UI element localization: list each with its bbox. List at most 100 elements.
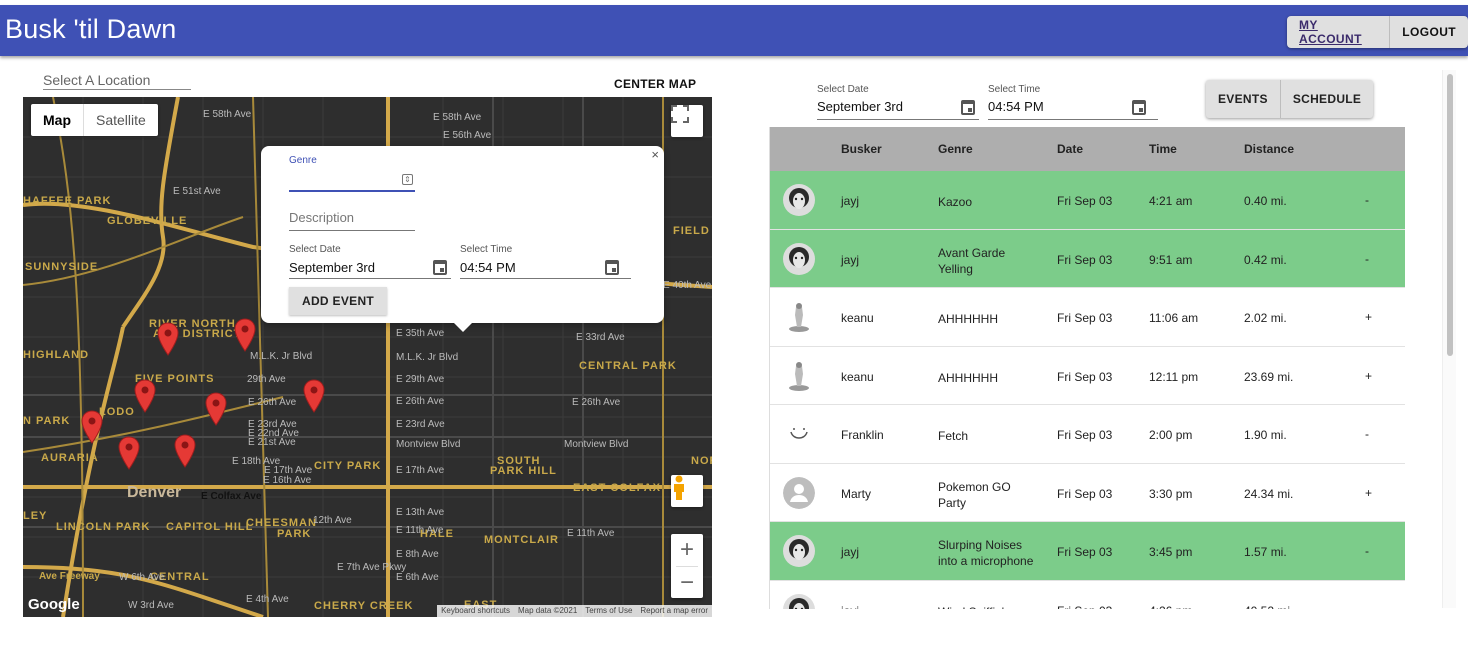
filter-date-input[interactable]: September 3rd [817, 99, 903, 114]
genre-cell: Slurping Noises into a microphone [938, 537, 1033, 569]
street-view-pegman-button[interactable] [671, 475, 703, 507]
calendar-icon[interactable] [961, 100, 975, 115]
genre-select[interactable] [289, 190, 415, 192]
map-label: LEY [23, 510, 48, 522]
add-to-schedule-button[interactable]: + [1365, 310, 1372, 324]
calendar-icon[interactable] [1132, 100, 1146, 115]
genre-cell: Avant Garde Yelling [938, 245, 1005, 277]
busker-name[interactable]: jayj [841, 545, 859, 559]
map-label: CENTRAL PARK [579, 360, 677, 372]
table-row[interactable]: jayj Wind Sniffin' Fri Sep 03 4:26 pm 40.52 … [770, 581, 1405, 610]
calendar-icon[interactable] [433, 260, 447, 275]
distance-cell: 24.34 mi. [1244, 486, 1294, 501]
map-label: CAPITOL HILL [166, 521, 254, 533]
remove-from-schedule-button[interactable]: - [1365, 252, 1369, 266]
calendar-icon[interactable] [605, 260, 619, 275]
genre-line: Avant Garde [938, 245, 1006, 260]
center-map-button[interactable]: CENTER MAP [614, 77, 696, 91]
location-select-input[interactable]: Select A Location [43, 72, 191, 90]
select-arrow-icon: ⇕ [402, 174, 413, 185]
busker-name[interactable]: Marty [841, 487, 871, 501]
table-header: Busker Genre Date Time Distance [770, 127, 1405, 171]
busker-name[interactable]: jayj [841, 194, 859, 208]
filter-time-input[interactable]: 04:54 PM [988, 99, 1044, 114]
map-marker-pin[interactable] [234, 318, 256, 352]
table-row[interactable]: jayj Slurping Noises into a microphone Fri … [770, 522, 1405, 581]
map-label: HIGHLAND [23, 349, 90, 361]
table-row[interactable]: jayj Avant Garde Yelling Fri Sep 03 9:51 am 0… [770, 229, 1405, 288]
logout-button[interactable]: LOGOUT [1390, 16, 1468, 48]
map-marker-pin[interactable] [205, 392, 227, 426]
time-cell: 3:30 pm [1149, 486, 1193, 501]
time-cell: 3:45 pm [1149, 545, 1193, 559]
map-marker-pin[interactable] [134, 379, 156, 413]
map-label: LINCOLN PARK [56, 521, 151, 533]
column-header-busker[interactable]: Busker [841, 142, 882, 156]
table-row[interactable]: jayj Kazoo Fri Sep 03 4:21 am 0.40 mi. - [770, 171, 1405, 230]
busker-name[interactable]: Franklin [841, 428, 884, 442]
date-cell: Fri Sep 03 [1057, 545, 1113, 559]
map-type-map-button[interactable]: Map [31, 104, 84, 136]
column-header-date[interactable]: Date [1057, 142, 1083, 156]
genre-cell: Kazoo [938, 194, 972, 210]
time-cell: 12:11 pm [1149, 369, 1199, 384]
table-row[interactable]: keanu AHHHHHH Fri Sep 03 11:06 am 2.02 mi. + [770, 288, 1405, 347]
street-label: Ave Freeway [39, 571, 100, 582]
app-bar: Busk 'til Dawn MY ACCOUNT LOGOUT [0, 5, 1468, 56]
close-popup-button[interactable]: × [651, 147, 659, 162]
column-header-genre[interactable]: Genre [938, 142, 973, 156]
remove-from-schedule-button[interactable]: - [1365, 603, 1369, 610]
scrollbar[interactable] [1442, 70, 1456, 608]
report-map-error-link[interactable]: Report a map error [636, 605, 712, 617]
map-marker-pin[interactable] [118, 436, 140, 470]
map-type-satellite-button[interactable]: Satellite [84, 104, 158, 136]
keyboard-shortcuts-link[interactable]: Keyboard shortcuts [437, 605, 514, 617]
column-header-distance[interactable]: Distance [1244, 142, 1294, 156]
fullscreen-button[interactable] [671, 105, 703, 137]
remove-from-schedule-button[interactable]: - [1365, 427, 1369, 441]
time-cell: 4:26 pm [1149, 604, 1192, 610]
table-row[interactable]: Franklin Fetch Fri Sep 03 2:00 pm 1.90 mi. - [770, 405, 1405, 464]
street-label: W 3rd Ave [128, 600, 174, 611]
avatar [783, 359, 815, 392]
events-button[interactable]: EVENTS [1206, 80, 1281, 118]
street-label: E 13th Ave [396, 507, 445, 518]
busker-name[interactable]: keanu [841, 370, 874, 384]
add-event-popup: × Genre ⇕ Description Select Date Septem… [261, 146, 664, 332]
busker-name[interactable]: jayj [841, 604, 859, 610]
remove-from-schedule-button[interactable]: - [1365, 193, 1369, 207]
street-label: E 26th Ave [572, 397, 621, 408]
add-to-schedule-button[interactable]: + [1365, 369, 1372, 383]
terms-of-use-link[interactable]: Terms of Use [581, 605, 636, 617]
street-label: 29th Ave [247, 374, 286, 385]
event-time-input[interactable]: 04:54 PM [460, 260, 516, 275]
street-label: E 40th Ave [663, 280, 712, 291]
zoom-in-button[interactable]: + [671, 534, 703, 566]
map-marker-pin[interactable] [174, 434, 196, 468]
genre-line: Kazoo [938, 195, 973, 209]
distance-cell: 1.57 mi. [1244, 545, 1287, 559]
my-account-button[interactable]: MY ACCOUNT [1287, 16, 1391, 48]
description-input[interactable]: Description [289, 210, 354, 225]
genre-line: Yelling [938, 261, 973, 276]
event-date-label: Select Date [289, 244, 341, 255]
add-event-button[interactable]: ADD EVENT [289, 287, 388, 315]
busker-name[interactable]: keanu [841, 311, 874, 325]
scrollbar-thumb[interactable] [1447, 74, 1453, 356]
google-logo: Google [28, 596, 80, 613]
column-header-time[interactable]: Time [1149, 142, 1177, 156]
map-marker-pin[interactable] [157, 322, 179, 356]
remove-from-schedule-button[interactable]: - [1365, 544, 1369, 558]
table-row[interactable]: keanu AHHHHHH Fri Sep 03 12:11 pm 23.69 mi. + [770, 347, 1405, 405]
map-marker-pin[interactable] [303, 379, 325, 413]
table-row[interactable]: Marty Pokemon GO Party Fri Sep 03 3:30 pm 24.… [770, 464, 1405, 522]
avatar [783, 476, 815, 509]
genre-line: Slurping Noises [938, 538, 1023, 552]
add-to-schedule-button[interactable]: + [1365, 486, 1372, 500]
event-date-input[interactable]: September 3rd [289, 260, 375, 275]
map-marker-pin[interactable] [81, 410, 103, 444]
zoom-out-button[interactable]: − [671, 567, 703, 599]
date-cell: Fri Sep 03 [1057, 252, 1113, 267]
schedule-button[interactable]: SCHEDULE [1281, 80, 1373, 118]
busker-name[interactable]: jayj [841, 253, 859, 267]
